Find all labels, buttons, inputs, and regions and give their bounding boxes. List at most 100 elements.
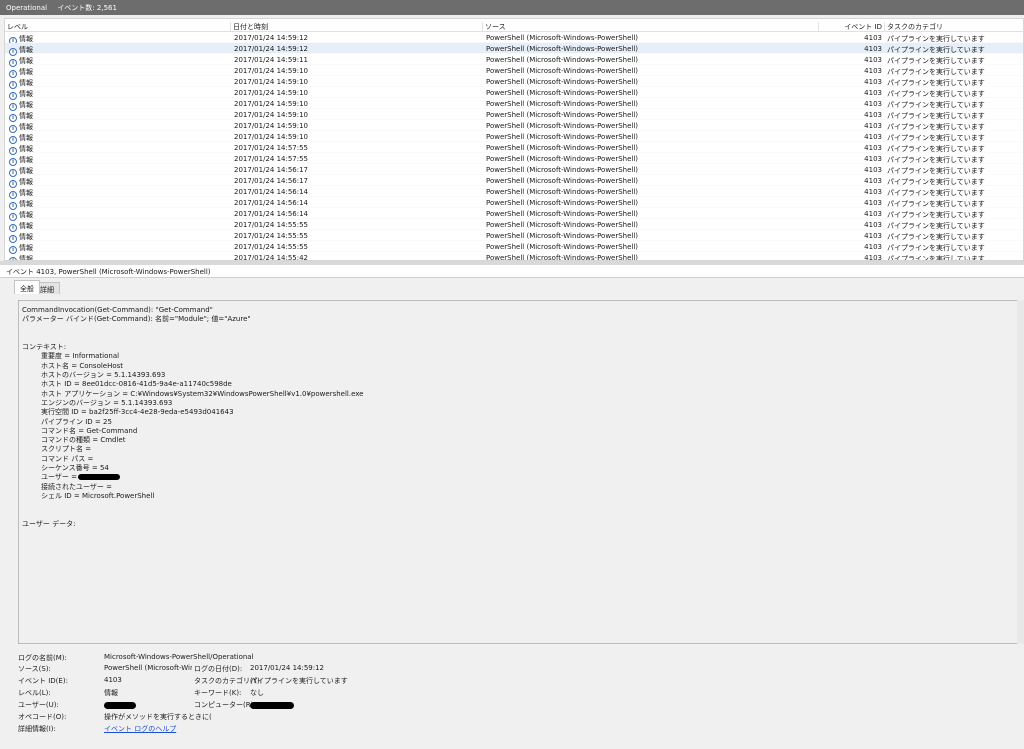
event-row[interactable]: i 情報 2017/01/24 14:56:17 PowerShell (Micros…	[5, 175, 1023, 188]
event-row[interactable]: i 情報 2017/01/24 14:56:17 PowerShell (Micros…	[5, 164, 1023, 177]
level-text: 情報	[19, 211, 33, 219]
event-row[interactable]: i 情報 2017/01/24 14:59:12 PowerShell (Micros…	[5, 43, 1023, 56]
event-id-cell: 4103	[864, 177, 882, 185]
event-id-cell: 4103	[864, 133, 882, 141]
event-row[interactable]: i 情報 2017/01/24 14:55:55 PowerShell (Micros…	[5, 230, 1023, 243]
tab-general[interactable]: 全般	[14, 280, 40, 294]
date-cell: 2017/01/24 14:59:11	[234, 56, 309, 64]
message-line-user: ユーザー =	[22, 473, 1020, 482]
date-cell: 2017/01/24 14:59:12	[234, 34, 309, 42]
logged-label: ログの日付(D):	[194, 665, 243, 673]
event-id-cell: 4103	[864, 34, 882, 42]
message-line: コマンド名 = Get-Command	[41, 426, 138, 435]
event-row[interactable]: i 情報 2017/01/24 14:59:10 PowerShell (Micros…	[5, 65, 1023, 78]
date-cell: 2017/01/24 14:59:10	[234, 89, 309, 97]
logged-value: 2017/01/24 14:59:12	[250, 664, 325, 672]
redaction-mark	[250, 702, 294, 709]
event-row[interactable]: i 情報 2017/01/24 14:59:12 PowerShell (Micros…	[5, 32, 1023, 45]
event-log-help-link[interactable]: イベント ログのヘルプ	[104, 724, 176, 734]
source-cell: PowerShell (Microsoft-Windows-PowerShell…	[486, 210, 639, 218]
source-cell: PowerShell (Microsoft-Windows-PowerShell…	[486, 254, 639, 261]
message-line: ホスト アプリケーション = C:¥Windows¥System32¥Windo…	[41, 389, 364, 398]
event-row[interactable]: i 情報 2017/01/24 14:59:10 PowerShell (Micros…	[5, 131, 1023, 144]
event-message-panel[interactable]: CommandInvocation(Get-Command): "Get-Com…	[18, 300, 1024, 644]
event-detail-title: イベント 4103, PowerShell (Microsoft-Windows…	[0, 265, 1024, 278]
column-header-event-id[interactable]: イベント ID	[818, 22, 884, 31]
date-cell: 2017/01/24 14:55:55	[234, 232, 309, 240]
source-cell: PowerShell (Microsoft-Windows-PowerShell…	[486, 232, 639, 240]
column-header-level[interactable]: レベル	[5, 22, 28, 31]
event-row[interactable]: i 情報 2017/01/24 14:59:10 PowerShell (Micros…	[5, 109, 1023, 122]
log-name: Operational	[6, 4, 48, 12]
date-cell: 2017/01/24 14:55:55	[234, 221, 309, 229]
event-id-cell: 4103	[864, 78, 882, 86]
event-row[interactable]: i 情報 2017/01/24 14:55:42 PowerShell (Micros…	[5, 252, 1023, 261]
event-row[interactable]: i 情報 2017/01/24 14:56:14 PowerShell (Micros…	[5, 197, 1023, 210]
level-text: 情報	[19, 200, 33, 208]
source-cell: PowerShell (Microsoft-Windows-PowerShell…	[486, 111, 639, 119]
event-row[interactable]: i 情報 2017/01/24 14:59:10 PowerShell (Micros…	[5, 120, 1023, 133]
date-cell: 2017/01/24 14:59:10	[234, 67, 309, 75]
detail-scrollbar[interactable]	[1017, 300, 1024, 644]
message-line: ホスト ID = 8ee01dcc-0816-41d5-9a4e-a11740c…	[41, 380, 232, 389]
source-cell: PowerShell (Microsoft-Windows-PowerShell…	[486, 34, 639, 42]
event-id-cell: 4103	[864, 243, 882, 251]
event-row[interactable]: i 情報 2017/01/24 14:57:55 PowerShell (Micros…	[5, 142, 1023, 155]
source-cell: PowerShell (Microsoft-Windows-PowerShell…	[486, 177, 639, 185]
message-line: コマンド パス =	[41, 454, 94, 463]
event-row[interactable]: i 情報 2017/01/24 14:59:11 PowerShell (Micros…	[5, 54, 1023, 67]
message-line: ホストのバージョン = 5.1.14393.693	[41, 371, 166, 380]
event-id-cell: 4103	[864, 111, 882, 119]
event-row[interactable]: i 情報 2017/01/24 14:59:10 PowerShell (Micros…	[5, 98, 1023, 111]
event-row[interactable]: i 情報 2017/01/24 14:55:55 PowerShell (Micros…	[5, 219, 1023, 232]
source-cell: PowerShell (Microsoft-Windows-PowerShell…	[486, 221, 639, 229]
level-label: レベル(L):	[18, 689, 51, 697]
column-header-date[interactable]: 日付と時刻	[230, 22, 268, 31]
event-id-cell: 4103	[864, 254, 882, 261]
user-line-text: ユーザー =	[41, 473, 77, 482]
source-cell: PowerShell (Microsoft-Windows-PowerShell…	[486, 166, 639, 174]
event-row[interactable]: i 情報 2017/01/24 14:56:14 PowerShell (Micros…	[5, 208, 1023, 221]
event-row[interactable]: i 情報 2017/01/24 14:56:14 PowerShell (Micros…	[5, 186, 1023, 199]
level-text: 情報	[19, 46, 33, 54]
level-text: 情報	[19, 123, 33, 131]
event-row[interactable]: i 情報 2017/01/24 14:59:10 PowerShell (Micros…	[5, 87, 1023, 100]
log-title-bar: Operational イベント数: 2,561	[0, 0, 1024, 15]
level-text: 情報	[19, 68, 33, 76]
date-cell: 2017/01/24 14:55:42	[234, 254, 309, 261]
source-cell: PowerShell (Microsoft-Windows-PowerShell…	[486, 243, 639, 251]
source-cell: PowerShell (Microsoft-Windows-PowerShell…	[486, 45, 639, 53]
category-cell: パイプラインを実行しています	[887, 255, 985, 261]
column-header-source[interactable]: ソース	[482, 22, 506, 31]
grid-header: レベル 日付と時刻 ソース イベント ID タスクのカテゴリ	[5, 19, 1023, 32]
source-cell: PowerShell (Microsoft-Windows-PowerShell…	[486, 144, 639, 152]
event-row[interactable]: i 情報 2017/01/24 14:55:55 PowerShell (Micros…	[5, 241, 1023, 254]
message-line: エンジンのバージョン = 5.1.14393.693	[41, 398, 173, 407]
event-row[interactable]: i 情報 2017/01/24 14:59:10 PowerShell (Micros…	[5, 76, 1023, 89]
level-text: 情報	[19, 145, 33, 153]
event-list-grid[interactable]: レベル 日付と時刻 ソース イベント ID タスクのカテゴリ i 情報 2017/0…	[4, 18, 1024, 261]
date-cell: 2017/01/24 14:55:55	[234, 243, 309, 251]
source-cell: PowerShell (Microsoft-Windows-PowerShell…	[486, 78, 639, 86]
message-line: スクリプト名 =	[41, 445, 92, 454]
event-id-cell: 4103	[864, 67, 882, 75]
date-cell: 2017/01/24 14:57:55	[234, 155, 309, 163]
log-name-value: Microsoft-Windows-PowerShell/Operational	[104, 653, 254, 661]
event-id-cell: 4103	[864, 199, 882, 207]
column-header-category[interactable]: タスクのカテゴリ	[884, 22, 943, 31]
event-row[interactable]: i 情報 2017/01/24 14:57:55 PowerShell (Micros…	[5, 153, 1023, 166]
event-id-label: イベント ID(E):	[18, 677, 68, 685]
level-cell: i 情報	[9, 254, 33, 260]
task-value: パイプラインを実行しています	[250, 677, 348, 685]
date-cell: 2017/01/24 14:59:10	[234, 100, 309, 108]
source-cell: PowerShell (Microsoft-Windows-PowerShell…	[486, 100, 639, 108]
source-cell: PowerShell (Microsoft-Windows-PowerShell…	[486, 188, 639, 196]
level-text: 情報	[19, 112, 33, 120]
level-text: 情報	[19, 222, 33, 230]
message-line: 接続されたユーザー =	[41, 482, 112, 491]
source-cell: PowerShell (Microsoft-Windows-PowerShell…	[486, 89, 639, 97]
date-cell: 2017/01/24 14:56:17	[234, 166, 309, 174]
date-cell: 2017/01/24 14:56:14	[234, 199, 309, 207]
user-label: ユーザー(U):	[18, 701, 59, 709]
grid-rows: i 情報 2017/01/24 14:59:12 PowerShell (Micros…	[5, 32, 1023, 261]
